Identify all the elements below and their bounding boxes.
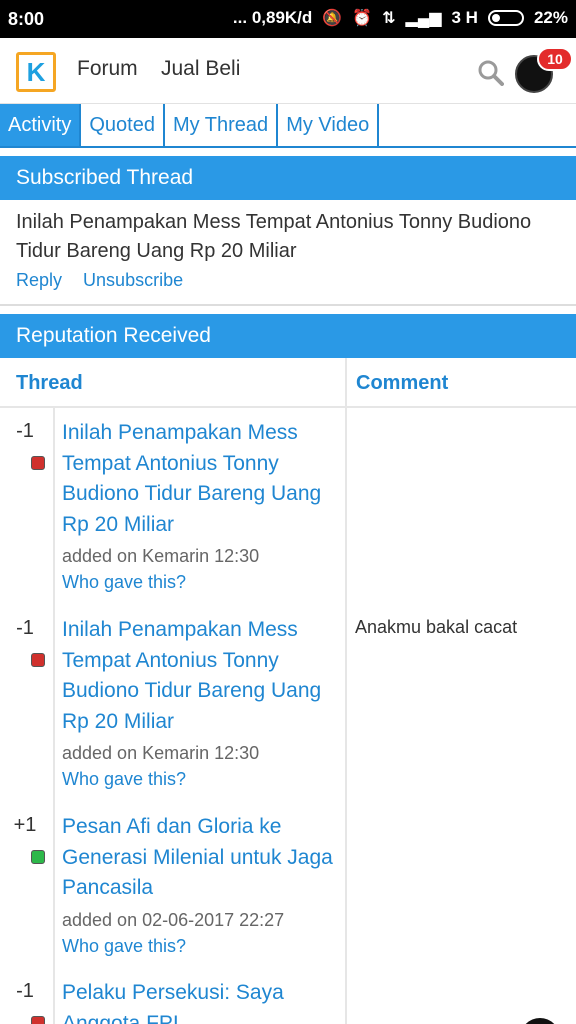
negative-reputation-icon: [31, 456, 45, 470]
tab-bar: Activity Quoted My Thread My Video: [0, 104, 576, 148]
tab-my-thread[interactable]: My Thread: [164, 104, 279, 148]
tab-bar-filler: [379, 104, 576, 148]
thread-link[interactable]: Inilah Penampakan Mess Tempat Antonius T…: [62, 615, 340, 737]
tab-activity[interactable]: Activity: [0, 104, 82, 148]
negative-reputation-icon: [31, 1016, 45, 1024]
subscribed-actions: Reply Unsubscribe: [16, 270, 199, 291]
mute-icon: 🔕: [322, 10, 343, 27]
reputation-row: -1 Inilah Penampakan Mess Tempat Antoniu…: [0, 609, 576, 805]
column-header-comment: Comment: [356, 371, 449, 394]
app-header: K Forum Jual Beli 10: [0, 38, 576, 104]
who-gave-link[interactable]: Who gave this?: [62, 936, 186, 957]
added-date: added on Kemarin 12:30: [62, 743, 260, 763]
notification-badge[interactable]: 10: [537, 47, 573, 71]
reputation-table: Thread Comment -1 Inilah Penampakan Mess…: [0, 358, 576, 1024]
reputation-comment: Anakmu bakal cacat: [355, 617, 518, 637]
data-transfer-icon: ⇅: [382, 10, 396, 27]
nav-jual-beli[interactable]: Jual Beli: [161, 57, 240, 81]
reply-link[interactable]: Reply: [16, 270, 62, 290]
section-divider: [0, 304, 576, 306]
reputation-row: +1 Pesan Afi dan Gloria ke Generasi Mile…: [0, 806, 576, 972]
reputation-value: -1: [16, 420, 34, 442]
subscribed-thread-heading: Subscribed Thread: [0, 156, 576, 200]
positive-reputation-icon: [31, 850, 45, 864]
tab-my-video[interactable]: My Video: [278, 104, 380, 148]
reputation-row: -1 Pelaku Persekusi: Saya Anggota FPI: [0, 972, 576, 1024]
battery-icon: [487, 10, 524, 26]
kaskus-logo-icon[interactable]: K: [16, 52, 56, 92]
header-divider: [0, 406, 576, 408]
battery-level: 22%: [533, 8, 568, 27]
signal-icon: ▂▄▆: [405, 10, 442, 27]
reputation-value: +1: [13, 814, 37, 836]
thread-link[interactable]: Pelaku Persekusi: Saya Anggota FPI: [62, 978, 340, 1024]
status-icons: ... 0,89K/d 🔕 ⏰ ⇅ ▂▄▆ 3 H 22%: [233, 8, 568, 28]
alarm-icon: ⏰: [352, 10, 373, 27]
tab-quoted[interactable]: Quoted: [81, 104, 165, 148]
reputation-row: -1 Inilah Penampakan Mess Tempat Antoniu…: [0, 412, 576, 608]
added-date: added on Kemarin 12:30: [62, 546, 260, 566]
added-date: added on 02-06-2017 22:27: [62, 910, 285, 930]
status-time: 8:00: [8, 9, 45, 29]
subscribed-thread-title[interactable]: Inilah Penampakan Mess Tempat Antonius T…: [16, 208, 556, 266]
negative-reputation-icon: [31, 653, 45, 667]
status-bar: 8:00 ... 0,89K/d 🔕 ⏰ ⇅ ▂▄▆ 3 H 22%: [0, 0, 576, 38]
reputation-received-heading: Reputation Received: [0, 314, 576, 358]
who-gave-link[interactable]: Who gave this?: [62, 769, 186, 790]
reputation-value: -1: [16, 617, 34, 639]
who-gave-link[interactable]: Who gave this?: [62, 572, 186, 593]
nav-forum[interactable]: Forum: [77, 57, 138, 81]
network-speed: ... 0,89K/d: [232, 8, 313, 27]
network-type: 3 H: [451, 8, 478, 27]
column-header-thread: Thread: [16, 371, 83, 394]
unsubscribe-link[interactable]: Unsubscribe: [83, 270, 183, 290]
thread-link[interactable]: Pesan Afi dan Gloria ke Generasi Milenia…: [62, 812, 340, 904]
thread-link[interactable]: Inilah Penampakan Mess Tempat Antonius T…: [62, 418, 340, 540]
search-icon[interactable]: [478, 60, 504, 86]
reputation-value: -1: [16, 980, 34, 1002]
